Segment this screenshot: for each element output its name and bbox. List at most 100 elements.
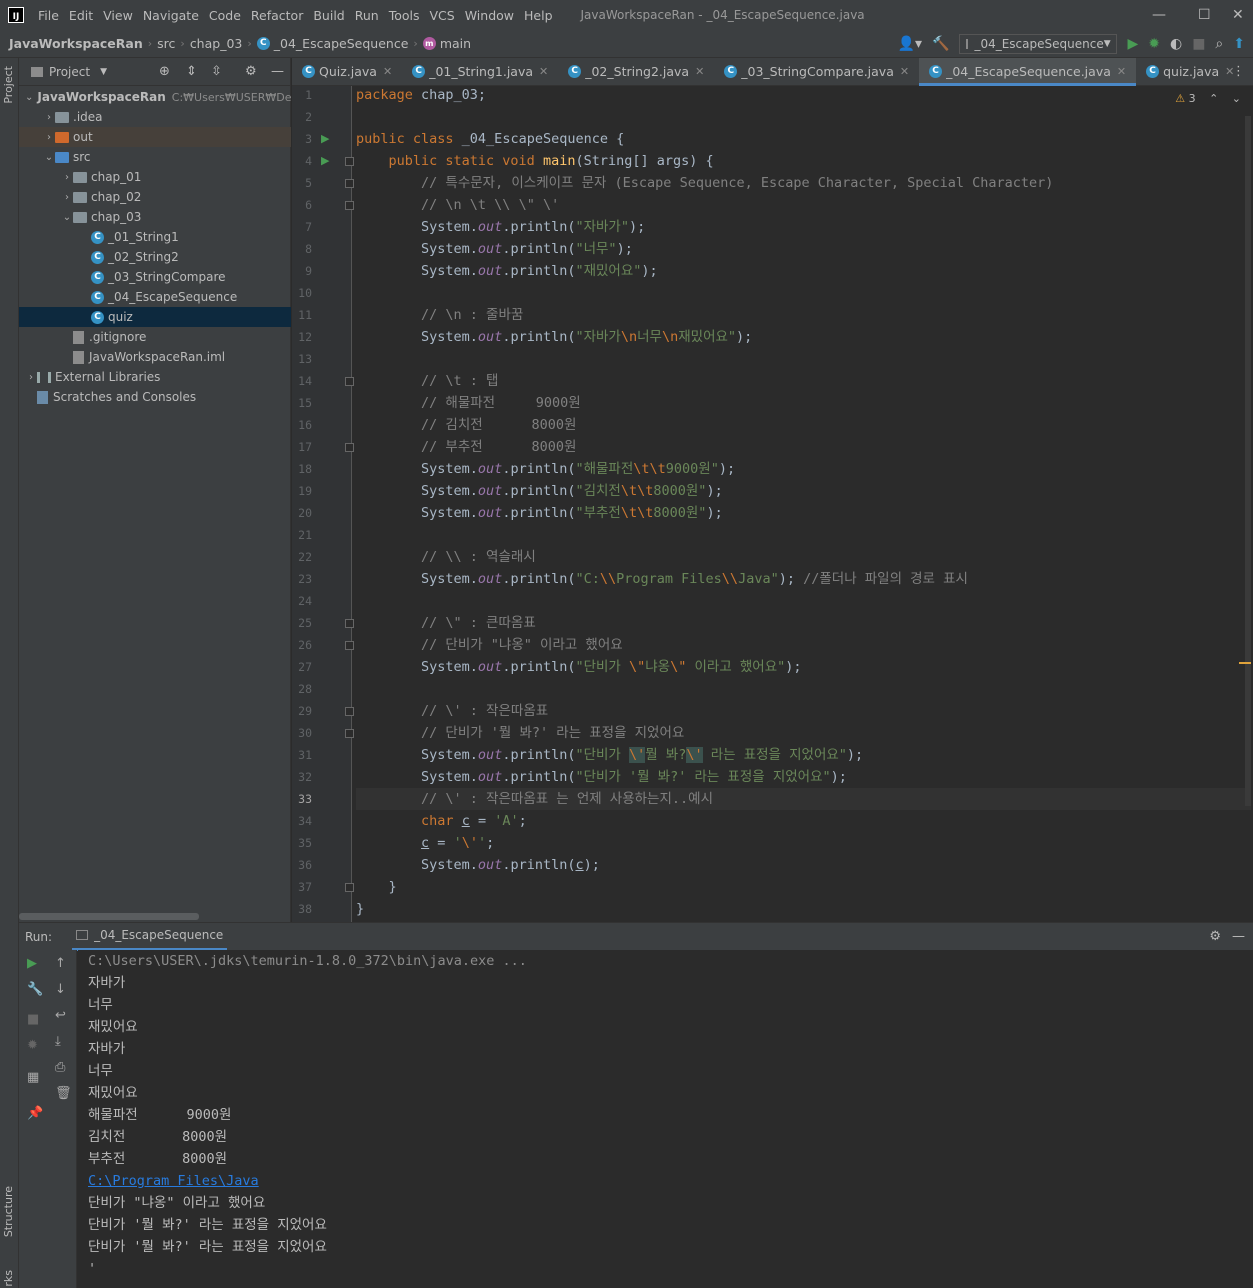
close-tab-icon[interactable]: ✕ xyxy=(900,65,909,78)
tree-item[interactable]: .gitignore xyxy=(19,327,291,347)
menu-refactor[interactable]: Refactor xyxy=(251,8,303,23)
tree-item[interactable]: › chap_02 xyxy=(19,187,291,207)
wrench-icon[interactable]: 🔧 xyxy=(27,982,43,997)
locate-icon[interactable]: ⊕ xyxy=(159,64,170,79)
code-line[interactable]: System.out.println("너무"); xyxy=(356,238,633,260)
tree-item[interactable]: › chap_01 xyxy=(19,167,291,187)
editor-tab[interactable]: C _01_String1.java ✕ xyxy=(402,58,558,86)
scroll-to-end-icon[interactable]: ⤓ xyxy=(55,1034,61,1049)
collapse-all-icon[interactable]: ⇳ xyxy=(211,64,222,79)
gear-icon[interactable]: ⚙ xyxy=(1209,929,1221,944)
chevron-down-icon[interactable]: ⌄ xyxy=(61,212,73,223)
code-line[interactable]: } xyxy=(356,876,397,898)
code-editor[interactable]: 1 2 3 ▶ 4 ▶ 5 6 7 8 9 10 11 12 13 14 15 16 17 18 19 20 21 22 23 2… xyxy=(292,86,1253,922)
code-line[interactable]: // \\ : 역슬래시 xyxy=(356,546,536,568)
fold-icon[interactable] xyxy=(345,201,354,210)
code-line[interactable]: // \n \t \\ \" \' xyxy=(356,194,559,216)
chevron-right-icon[interactable]: › xyxy=(25,372,37,383)
close-tab-icon[interactable]: ✕ xyxy=(383,65,392,78)
code-line[interactable]: // \n : 줄바꿈 xyxy=(356,304,523,326)
print-icon[interactable]: ⎙ xyxy=(55,1060,65,1075)
console-output[interactable]: C:\Users\USER\.jdks\temurin-1.8.0_372\bi… xyxy=(78,950,1253,1288)
warning-stripe-marker[interactable] xyxy=(1239,662,1251,664)
fold-icon[interactable] xyxy=(345,619,354,628)
stop-icon[interactable]: ■ xyxy=(1192,36,1205,52)
chevron-right-icon[interactable]: › xyxy=(61,192,73,203)
chevron-down-icon[interactable]: ⌄ xyxy=(1232,92,1241,105)
project-tool-tab[interactable]: Project xyxy=(2,66,15,104)
user-icon[interactable]: 👤▾ xyxy=(898,36,922,52)
run-gutter-icon[interactable]: ▶ xyxy=(321,132,329,145)
run-configuration-select[interactable]: _04_EscapeSequence ▼ xyxy=(959,34,1118,54)
menu-build[interactable]: Build xyxy=(313,8,344,23)
code-line[interactable]: public static void main(String[] args) { xyxy=(356,150,714,172)
code-line[interactable]: package chap_03; xyxy=(356,86,486,106)
chevron-down-icon[interactable]: ⌄ xyxy=(43,152,55,163)
arrow-up-icon[interactable]: ↑ xyxy=(55,956,66,971)
tree-item[interactable]: C _04_EscapeSequence xyxy=(19,287,291,307)
menu-edit[interactable]: Edit xyxy=(69,8,93,23)
code-line[interactable]: System.out.println("단비가 '뭘 봐?' 라는 표정을 지었… xyxy=(356,766,847,788)
tree-item[interactable]: C _03_StringCompare xyxy=(19,267,291,287)
breadcrumb-package[interactable]: chap_03 xyxy=(190,36,243,51)
editor-tab[interactable]: C _02_String2.java ✕ xyxy=(558,58,714,86)
code-line[interactable]: public class _04_EscapeSequence { xyxy=(356,128,624,150)
bookmarks-tool-tab[interactable]: rks xyxy=(2,1270,15,1287)
breadcrumb-src[interactable]: src xyxy=(157,36,175,51)
code-line[interactable]: System.out.println("C:\\Program Files\\J… xyxy=(356,568,968,590)
inspection-widget[interactable]: ⚠ 3 ⌃ ⌄ xyxy=(1175,92,1241,105)
menu-tools[interactable]: Tools xyxy=(389,8,420,23)
code-line[interactable]: // \' : 작은따옴표 xyxy=(356,700,548,722)
code-line[interactable]: System.out.println("단비가 \"냐옹\" 이라고 했어요")… xyxy=(356,656,802,678)
fold-icon[interactable] xyxy=(345,707,354,716)
more-tabs-icon[interactable]: ⋮ xyxy=(1232,64,1245,79)
arrow-down-icon[interactable]: ↓ xyxy=(55,982,66,997)
menu-file[interactable]: File xyxy=(38,8,59,23)
coverage-icon[interactable]: ◐ xyxy=(1170,36,1182,52)
console-line[interactable]: C:\Users\USER\.jdks\temurin-1.8.0_372\bi… xyxy=(88,950,527,972)
run-tab[interactable]: _04_EscapeSequence xyxy=(72,923,228,951)
chevron-down-icon[interactable]: ⌄ xyxy=(25,92,33,103)
expand-all-icon[interactable]: ⇕ xyxy=(186,64,197,79)
breadcrumb-method[interactable]: m main xyxy=(422,36,471,51)
menu-help[interactable]: Help xyxy=(524,8,553,23)
tree-item[interactable]: ⌄JavaWorkspaceRanC:₩Users₩USER₩Desktop₩J… xyxy=(19,87,437,107)
stop-icon[interactable]: ■ xyxy=(27,1012,39,1027)
close-window-icon[interactable]: ✕ xyxy=(1232,7,1244,23)
trash-icon[interactable]: 🗑 xyxy=(55,1086,72,1101)
breadcrumb-class[interactable]: C _04_EscapeSequence xyxy=(256,36,408,51)
chevron-right-icon[interactable]: › xyxy=(61,172,73,183)
fold-icon[interactable] xyxy=(345,641,354,650)
menu-view[interactable]: View xyxy=(103,8,133,23)
code-line[interactable]: } xyxy=(356,898,364,920)
tree-item[interactable]: C _01_String1 xyxy=(19,227,291,247)
close-tab-icon[interactable]: ✕ xyxy=(695,65,704,78)
chevron-up-icon[interactable]: ⌃ xyxy=(1209,92,1218,105)
tree-item[interactable]: › External Libraries xyxy=(19,367,291,387)
code-line[interactable]: char c = 'A'; xyxy=(356,810,527,832)
editor-tab[interactable]: C Quiz.java ✕ xyxy=(292,58,402,86)
fold-icon[interactable] xyxy=(345,377,354,386)
fold-icon[interactable] xyxy=(345,157,354,166)
maximize-icon[interactable]: ☐ xyxy=(1198,7,1211,23)
tree-item[interactable]: ⌄ src xyxy=(19,147,291,167)
close-tab-icon[interactable]: ✕ xyxy=(539,65,548,78)
structure-tool-tab[interactable]: Structure xyxy=(2,1186,15,1237)
tree-item[interactable]: JavaWorkspaceRan.iml xyxy=(19,347,291,367)
menu-code[interactable]: Code xyxy=(209,8,241,23)
tree-item[interactable]: ⌄ chap_03 xyxy=(19,207,291,227)
code-line[interactable]: System.out.println("부추전\t\t8000원"); xyxy=(356,502,723,524)
gear-icon[interactable]: ⚙ xyxy=(245,64,257,79)
project-panel-title[interactable]: Project xyxy=(49,65,90,79)
tree-item[interactable]: › .idea xyxy=(19,107,291,127)
code-line[interactable]: System.out.println("재밌어요"); xyxy=(356,260,658,282)
code-line[interactable]: // 특수문자, 이스케이프 문자 (Escape Sequence, Esca… xyxy=(356,172,1053,194)
menu-window[interactable]: Window xyxy=(465,8,514,23)
code-line[interactable]: // 해물파전 9000원 xyxy=(356,392,581,414)
code-line[interactable]: System.out.println("단비가 \'뭘 봐?\' 라는 표정을 … xyxy=(356,744,863,766)
menu-run[interactable]: Run xyxy=(355,8,379,23)
code-line[interactable]: System.out.println("자바가\n너무\n재밌어요"); xyxy=(356,326,752,348)
pin-icon[interactable]: 📌 xyxy=(27,1106,43,1121)
code-line[interactable]: c = '\''; xyxy=(356,832,494,854)
code-line[interactable]: System.out.println("자바가"); xyxy=(356,216,645,238)
